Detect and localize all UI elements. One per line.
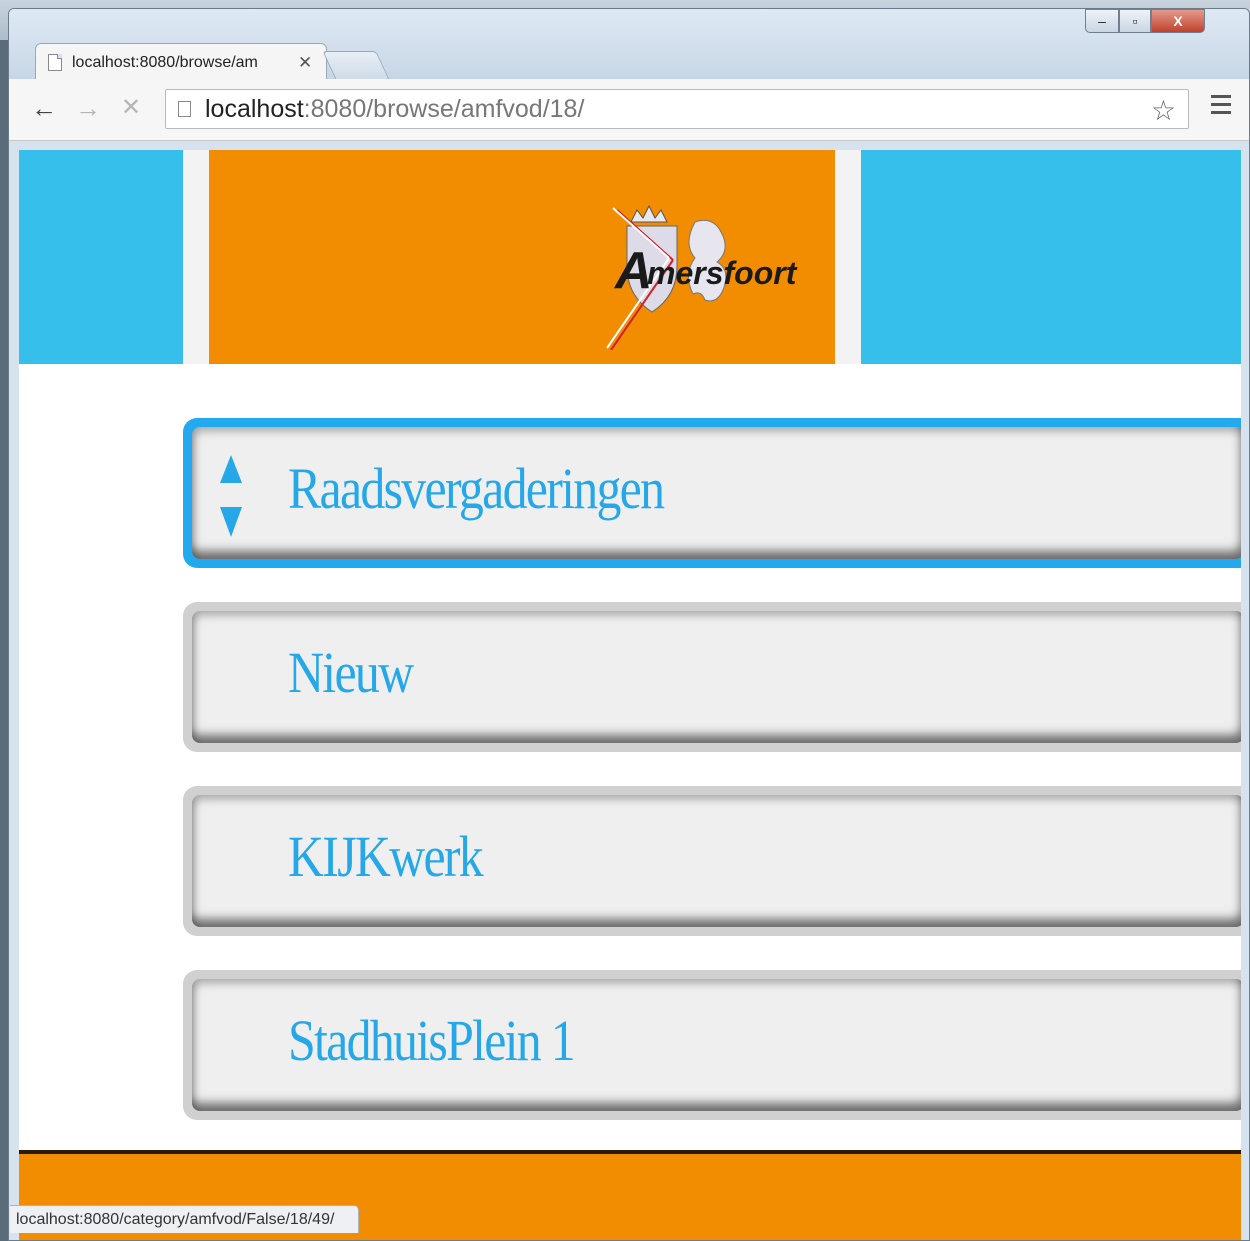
page-icon	[48, 54, 62, 71]
header-divider	[183, 150, 209, 364]
status-bar-url: localhost:8080/category/amfvod/False/18/…	[10, 1205, 360, 1233]
menu-item-nieuw[interactable]: Nieuw	[183, 602, 1241, 752]
tab-title: localhost:8080/browse/am	[72, 53, 258, 71]
menu-item-label: Raadsvergaderingen	[288, 456, 665, 521]
stop-icon[interactable]: ✕	[121, 93, 141, 123]
page-viewport: A mersfoort Raadsvergaderingen Nieuw KIJ…	[19, 150, 1241, 1240]
new-tab-button[interactable]	[322, 51, 390, 80]
menu-item-raadsvergaderingen[interactable]: Raadsvergaderingen	[183, 418, 1241, 568]
header-cyan-left	[19, 150, 183, 364]
header-banner: A mersfoort	[209, 150, 835, 364]
maximize-button[interactable]: ▫	[1119, 9, 1151, 33]
page-icon	[178, 101, 191, 117]
url-host: localhost	[205, 94, 304, 123]
menu-item-kijkwerk[interactable]: KIJKwerk	[183, 786, 1241, 936]
address-bar[interactable]: localhost:8080/browse/amfvod/18/ ☆	[165, 89, 1189, 129]
window-controls: – ▫ X	[1085, 9, 1205, 33]
title-bar: localhost:8080/browse/am ✕ – ▫ X	[9, 9, 1249, 81]
menu-item-label: StadhuisPlein 1	[288, 1008, 576, 1073]
close-window-button[interactable]: X	[1151, 9, 1205, 33]
header-cyan-right	[861, 150, 1241, 364]
logo-text: mersfoort	[647, 255, 798, 291]
amersfoort-logo: A mersfoort	[606, 204, 798, 350]
header-divider	[835, 150, 861, 364]
browser-tab-active[interactable]: localhost:8080/browse/am ✕	[35, 43, 327, 81]
menu-item-label: KIJKwerk	[288, 824, 484, 889]
up-down-arrows-icon	[220, 455, 242, 537]
back-arrow-icon[interactable]: ←	[31, 93, 57, 123]
minimize-button[interactable]: –	[1085, 9, 1119, 33]
hamburger-menu-icon[interactable]	[1211, 95, 1231, 119]
tab-close-icon[interactable]: ✕	[298, 53, 312, 73]
url-path: :8080/browse/amfvod/18/	[303, 94, 585, 123]
browser-toolbar: ← → ✕ localhost:8080/browse/amfvod/18/ ☆	[9, 79, 1249, 141]
browser-window: localhost:8080/browse/am ✕ – ▫ X ← → ✕ l…	[8, 8, 1250, 1241]
menu-item-label: Nieuw	[288, 640, 414, 705]
star-icon[interactable]: ☆	[1151, 94, 1176, 127]
menu-item-stadhuisplein[interactable]: StadhuisPlein 1	[183, 970, 1241, 1120]
forward-arrow-icon[interactable]: →	[75, 93, 101, 123]
